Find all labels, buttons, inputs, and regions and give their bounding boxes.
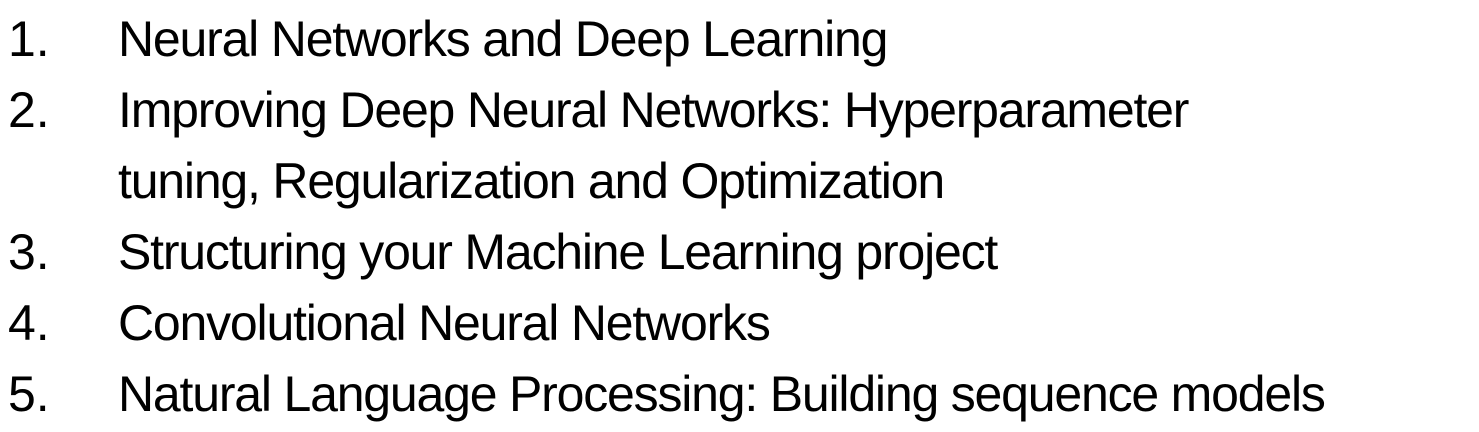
- item-number: 3.: [8, 224, 50, 280]
- list-item: 3. Structuring your Machine Learning pro…: [8, 217, 1474, 288]
- course-list: 1. Neural Networks and Deep Learning 2. …: [8, 4, 1474, 430]
- item-number: 2.: [8, 82, 50, 138]
- item-text: Convolutional Neural Networks: [118, 295, 771, 351]
- item-number: 5.: [8, 366, 50, 422]
- list-item: 4. Convolutional Neural Networks: [8, 288, 1474, 359]
- list-item: 5. Natural Language Processing: Building…: [8, 359, 1474, 430]
- item-number: 4.: [8, 295, 50, 351]
- item-text: Structuring your Machine Learning projec…: [118, 224, 998, 280]
- item-text: Neural Networks and Deep Learning: [118, 11, 888, 67]
- item-text: Natural Language Processing: Building se…: [118, 366, 1326, 422]
- item-text: Improving Deep Neural Networks: Hyperpar…: [118, 82, 1189, 209]
- list-item: 1. Neural Networks and Deep Learning: [8, 4, 1474, 75]
- list-item: 2. Improving Deep Neural Networks: Hyper…: [8, 75, 1474, 217]
- item-number: 1.: [8, 11, 50, 67]
